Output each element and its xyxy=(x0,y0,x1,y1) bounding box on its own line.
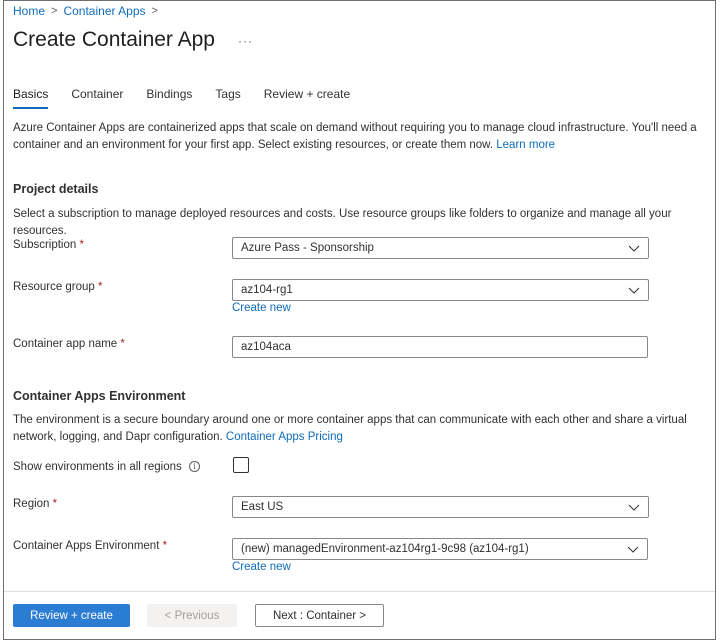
page-title: Create Container App xyxy=(13,28,215,51)
chevron-down-icon xyxy=(628,245,640,252)
chevron-down-icon xyxy=(627,546,639,553)
app-name-value: az104aca xyxy=(241,341,291,353)
app-name-label-text: Container app name xyxy=(13,338,118,350)
breadcrumb-home[interactable]: Home xyxy=(13,4,45,18)
region-value: East US xyxy=(241,501,284,513)
app-name-label: Container app name * xyxy=(13,338,125,350)
tab-bindings[interactable]: Bindings xyxy=(146,87,192,109)
learn-more-link[interactable]: Learn more xyxy=(496,139,555,151)
region-label-text: Region xyxy=(13,498,50,510)
tab-bar: Basics Container Bindings Tags Review + … xyxy=(13,87,373,109)
create-container-app-blade: Home > Container Apps > Create Container… xyxy=(3,0,716,640)
environment-value: (new) managedEnvironment-az104rg1-9c98 (… xyxy=(241,543,529,555)
chevron-down-icon xyxy=(628,287,640,294)
footer-divider xyxy=(4,591,715,592)
region-label: Region * xyxy=(13,498,57,510)
create-new-resource-group-link[interactable]: Create new xyxy=(232,302,291,314)
breadcrumb: Home > Container Apps > xyxy=(13,4,164,18)
required-mark: * xyxy=(79,239,84,251)
breadcrumb-separator: > xyxy=(151,5,158,17)
environment-description: The environment is a secure boundary aro… xyxy=(13,412,713,446)
container-app-name-input[interactable]: az104aca xyxy=(232,336,648,358)
review-create-button[interactable]: Review + create xyxy=(13,604,130,627)
required-mark: * xyxy=(120,338,125,350)
project-details-description: Select a subscription to manage deployed… xyxy=(13,208,672,237)
resource-group-label-text: Resource group xyxy=(13,281,95,293)
environment-heading: Container Apps Environment xyxy=(13,389,186,403)
required-mark: * xyxy=(52,498,58,510)
show-all-regions-checkbox[interactable] xyxy=(233,457,249,473)
region-dropdown[interactable]: East US xyxy=(232,496,649,518)
subscription-label-text: Subscription xyxy=(13,239,77,251)
intro-description: Azure Container Apps are containerized a… xyxy=(13,122,697,151)
environment-description-text: The environment is a secure boundary aro… xyxy=(13,414,687,443)
chevron-down-icon xyxy=(628,504,640,511)
info-icon[interactable]: i xyxy=(188,461,200,473)
tab-container[interactable]: Container xyxy=(71,87,123,109)
environment-label: Container Apps Environment * xyxy=(13,540,167,552)
show-all-regions-label-text: Show environments in all regions xyxy=(13,461,182,473)
more-options-icon[interactable]: ··· xyxy=(238,34,253,48)
tab-review-create[interactable]: Review + create xyxy=(264,87,350,109)
tab-tags[interactable]: Tags xyxy=(215,87,240,109)
resource-group-label: Resource group * xyxy=(13,281,103,293)
subscription-value: Azure Pass - Sponsorship xyxy=(241,242,374,254)
tab-basics[interactable]: Basics xyxy=(13,87,49,109)
previous-button[interactable]: < Previous xyxy=(147,604,237,627)
next-container-button[interactable]: Next : Container > xyxy=(255,604,384,627)
create-new-environment-link[interactable]: Create new xyxy=(232,561,291,573)
environment-dropdown[interactable]: (new) managedEnvironment-az104rg1-9c98 (… xyxy=(232,538,648,560)
container-apps-pricing-link[interactable]: Container Apps Pricing xyxy=(226,431,343,443)
resource-group-value: az104-rg1 xyxy=(241,284,293,296)
breadcrumb-separator: > xyxy=(51,5,58,17)
project-details-heading: Project details xyxy=(13,182,99,196)
resource-group-dropdown[interactable]: az104-rg1 xyxy=(232,279,649,301)
intro-text: Azure Container Apps are containerized a… xyxy=(13,120,713,154)
required-mark: * xyxy=(162,540,168,552)
show-all-regions-label: Show environments in all regions i xyxy=(13,461,200,473)
subscription-dropdown[interactable]: Azure Pass - Sponsorship xyxy=(232,237,649,259)
required-mark: * xyxy=(98,281,103,293)
subscription-label: Subscription * xyxy=(13,239,84,251)
breadcrumb-container-apps[interactable]: Container Apps xyxy=(63,4,145,18)
environment-label-text: Container Apps Environment xyxy=(13,540,160,552)
